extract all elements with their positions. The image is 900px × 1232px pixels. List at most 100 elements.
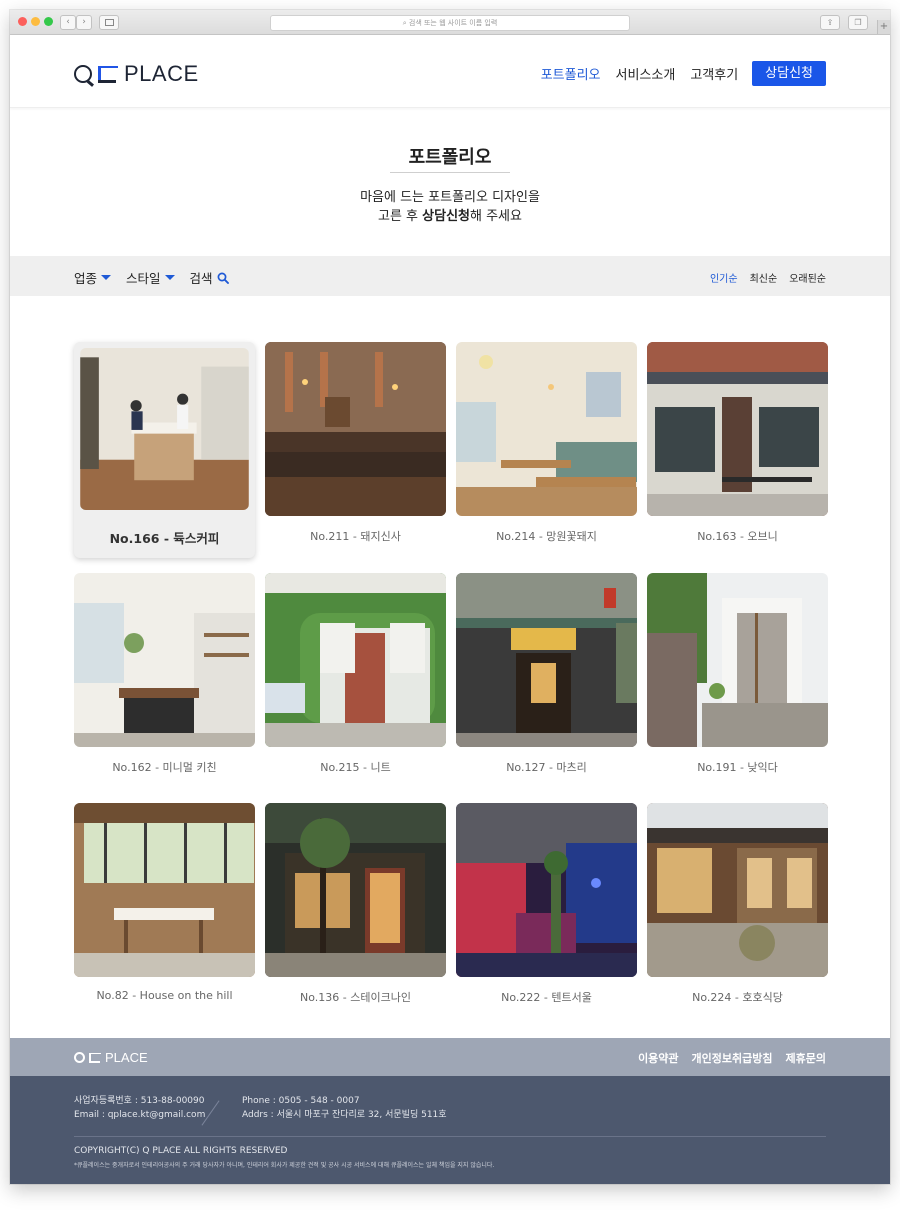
portfolio-thumbnail	[647, 803, 828, 977]
caret-down-icon	[101, 275, 112, 280]
business-number: 사업자등록번호 : 513-88-00090	[74, 1096, 205, 1106]
search-label: 검색	[189, 271, 213, 286]
portfolio-thumbnail	[456, 573, 637, 747]
site-logo[interactable]: PLACE	[74, 61, 199, 86]
portfolio-caption: No.215 - 니트	[320, 761, 391, 774]
email: Email : qplace.kt@gmail.com	[74, 1110, 206, 1120]
portfolio-thumbnail	[647, 342, 828, 516]
nav-portfolio[interactable]: 포트폴리오	[541, 64, 601, 83]
industry-dropdown[interactable]: 업종	[74, 268, 112, 287]
forward-icon[interactable]: ›	[76, 15, 92, 30]
footer-top: PLACE 이용약관 개인정보취급방침 제휴문의	[10, 1038, 890, 1076]
portfolio-thumbnail	[265, 803, 446, 977]
sort-oldest[interactable]: 오래된순	[789, 270, 826, 285]
minimize-window-icon[interactable]	[31, 17, 40, 26]
portfolio-card[interactable]: No.82 - House on the hill	[74, 803, 255, 1002]
portfolio-thumbnail	[456, 342, 637, 516]
footer-link-privacy[interactable]: 개인정보취급방침	[692, 1050, 773, 1066]
address: Addrs : 서울시 마포구 잔다리로 32, 서문빌딩 511호	[242, 1110, 447, 1120]
caret-down-icon	[164, 275, 175, 280]
address-bar[interactable]: ⌕ 검색 또는 웹 사이트 이름 입력	[270, 15, 630, 31]
footer-divider	[74, 1136, 826, 1137]
portfolio-caption: No.191 - 낮익다	[697, 761, 778, 774]
footer-info: 사업자등록번호 : 513-88-00090 Email : qplace.kt…	[10, 1076, 890, 1184]
share-icon[interactable]: ⇪	[820, 15, 840, 30]
logo-q-mark-icon	[74, 65, 92, 83]
contact-info: Phone : 0505 - 548 - 0007 Addrs : 서울시 마포…	[242, 1094, 447, 1122]
style-label: 스타일	[126, 271, 161, 286]
footer-links: 이용약관 개인정보취급방침 제휴문의	[625, 1050, 826, 1066]
footer-link-partnership[interactable]: 제휴문의	[786, 1050, 826, 1066]
portfolio-card[interactable]: No.214 - 망원꽃돼지	[456, 342, 637, 544]
portfolio-caption: No.162 - 미니멀 키친	[112, 761, 217, 774]
page-description: 마음에 드는 포트폴리오 디자인을 고른 후 상담신청해 주세요	[10, 188, 890, 226]
footer-logo[interactable]: PLACE	[74, 1050, 148, 1065]
logo-bracket-icon	[98, 65, 118, 83]
page-title: 포트폴리오	[408, 147, 492, 168]
company-info: 사업자등록번호 : 513-88-00090 Email : qplace.kt…	[74, 1094, 205, 1122]
description-line-2: 고른 후 상담신청해 주세요	[10, 207, 890, 226]
style-dropdown[interactable]: 스타일	[126, 268, 175, 287]
description-line-1: 마음에 드는 포트폴리오 디자인을	[360, 190, 540, 205]
description-post: 해 주세요	[470, 209, 522, 224]
filter-controls: 업종 스타일 검색	[74, 268, 244, 287]
portfolio-thumbnail	[456, 803, 637, 977]
nav-service[interactable]: 서비스소개	[616, 64, 676, 83]
portfolio-card[interactable]: No.127 - 마츠리	[456, 573, 637, 775]
portfolio-card[interactable]: No.224 - 호호식당	[647, 803, 828, 1005]
browser-window: ‹ › ⌕ 검색 또는 웹 사이트 이름 입력 ⇪ ❐ + PLACE 포트폴리…	[10, 10, 890, 1184]
portfolio-thumbnail	[80, 348, 249, 510]
browser-toolbar: ‹ › ⌕ 검색 또는 웹 사이트 이름 입력 ⇪ ❐ +	[10, 10, 890, 35]
portfolio-thumbnail	[74, 803, 255, 977]
portfolio-card[interactable]: No.162 - 미니멀 키친	[74, 573, 255, 775]
logo-q-mark-icon	[74, 1052, 85, 1063]
portfolio-card[interactable]: No.191 - 낮익다	[647, 573, 828, 775]
logo-text: PLACE	[124, 61, 199, 86]
close-window-icon[interactable]	[18, 17, 27, 26]
industry-label: 업종	[74, 271, 98, 286]
title-divider	[390, 172, 510, 173]
back-icon[interactable]: ‹	[60, 15, 76, 30]
search-button[interactable]: 검색	[190, 268, 229, 287]
nav-reviews[interactable]: 고객후기	[690, 64, 738, 83]
consult-button[interactable]: 상담신청	[752, 61, 826, 86]
portfolio-card[interactable]: No.136 - 스테이크나인	[265, 803, 446, 1005]
portfolio-caption: No.127 - 마츠리	[506, 761, 587, 774]
portfolio-caption: No.224 - 호호식당	[692, 991, 783, 1004]
copyright: COPYRIGHT(C) Q PLACE ALL RIGHTS RESERVED	[74, 1146, 288, 1156]
new-tab-icon[interactable]: +	[877, 20, 890, 34]
portfolio-caption: No.136 - 스테이크나인	[300, 991, 411, 1004]
portfolio-caption: No.222 - 텐트서울	[501, 991, 592, 1004]
tabs-icon[interactable]: ❐	[848, 15, 868, 30]
sort-popular[interactable]: 인기순	[710, 270, 738, 285]
portfolio-thumbnail	[74, 573, 255, 747]
footer-logo-text: PLACE	[105, 1050, 148, 1065]
description-bold: 상담신청	[422, 209, 470, 224]
search-icon	[217, 272, 229, 284]
sidebar-icon[interactable]	[99, 15, 119, 30]
portfolio-caption: No.166 - 듁스커피	[109, 531, 220, 546]
portfolio-card[interactable]: No.215 - 니트	[265, 573, 446, 775]
main-nav: 포트폴리오 서비스소개 고객후기 상담신청	[526, 61, 826, 86]
phone: Phone : 0505 - 548 - 0007	[242, 1096, 360, 1106]
legal-notice: *큐플레이스는 중개자로서 인테리어공사의 주 거래 당사자가 아니며, 인테리…	[74, 1162, 495, 1169]
page-hero: 포트폴리오 마음에 드는 포트폴리오 디자인을 고른 후 상담신청해 주세요	[10, 108, 890, 256]
maximize-window-icon[interactable]	[44, 17, 53, 26]
description-pre: 고른 후	[378, 209, 423, 224]
portfolio-card[interactable]: No.163 - 오브니	[647, 342, 828, 544]
sort-newest[interactable]: 최신순	[750, 270, 778, 285]
portfolio-caption: No.82 - House on the hill	[96, 989, 233, 1002]
portfolio-caption: No.163 - 오브니	[697, 530, 778, 543]
logo-bracket-icon	[89, 1052, 101, 1063]
footer-link-terms[interactable]: 이용약관	[638, 1050, 678, 1066]
portfolio-card[interactable]: No.211 - 돼지신사	[265, 342, 446, 544]
portfolio-thumbnail	[265, 573, 446, 747]
filter-bar: 업종 스타일 검색 인기순 최신순 오래된순	[10, 256, 890, 296]
sort-options: 인기순 최신순 오래된순	[698, 270, 826, 285]
portfolio-thumbnail	[265, 342, 446, 516]
portfolio-card[interactable]: No.222 - 텐트서울	[456, 803, 637, 1005]
address-bar-placeholder: 검색 또는 웹 사이트 이름 입력	[408, 19, 498, 27]
site-header: PLACE 포트폴리오 서비스소개 고객후기 상담신청	[10, 35, 890, 108]
portfolio-caption: No.214 - 망원꽃돼지	[496, 530, 597, 543]
portfolio-thumbnail	[647, 573, 828, 747]
